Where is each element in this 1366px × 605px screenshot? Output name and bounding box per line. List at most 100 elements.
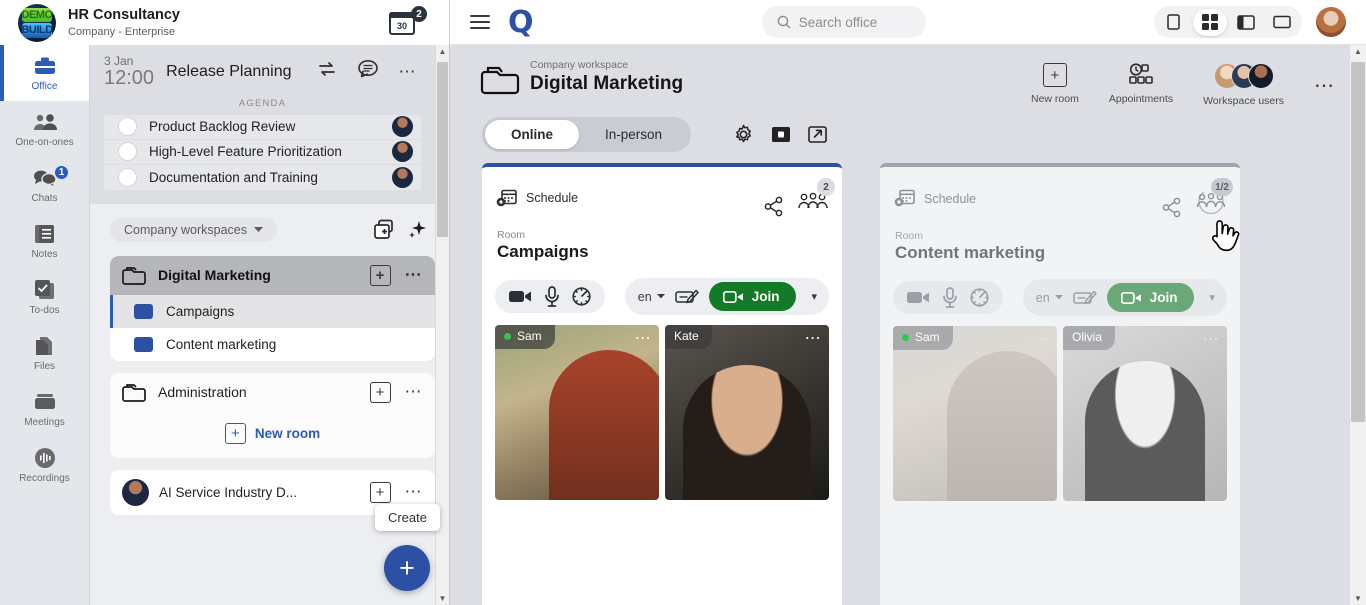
add-room-button[interactable]: +	[369, 381, 391, 403]
appointments-action[interactable]: Appointments	[1109, 63, 1173, 105]
schedule-button[interactable]: Schedule	[496, 179, 578, 217]
tab-in-person[interactable]: In-person	[579, 120, 688, 149]
scroll-thumb[interactable]	[1351, 62, 1365, 422]
agenda-item-label: Documentation and Training	[149, 169, 318, 185]
language-select[interactable]: en	[1036, 291, 1063, 305]
microphone-icon[interactable]	[544, 286, 560, 307]
brand-logo[interactable]: Q	[508, 7, 534, 37]
scroll-thumb[interactable]	[437, 62, 448, 237]
new-room-button[interactable]: + New room	[110, 411, 435, 458]
microphone-icon[interactable]	[942, 287, 958, 308]
settings-gear-icon[interactable]	[733, 124, 754, 145]
agenda-checkbox[interactable]	[118, 117, 137, 137]
sidebar-item-content-marketing[interactable]: Content marketing	[110, 327, 435, 361]
join-button[interactable]: Join	[708, 282, 797, 311]
hamburger-icon[interactable]	[470, 11, 490, 33]
join-options-chevron-down-icon[interactable]: ▾	[806, 290, 822, 303]
schedule-button[interactable]: Schedule	[894, 179, 976, 218]
workspace-users-action[interactable]: Workspace users	[1203, 63, 1284, 107]
participant-name: Sam	[915, 330, 940, 344]
picture-in-picture-icon[interactable]	[771, 126, 791, 143]
comment-icon[interactable]	[353, 59, 383, 84]
device-settings-icon[interactable]	[571, 286, 592, 307]
room-people-button[interactable]: 1/2	[1196, 178, 1233, 218]
search-input[interactable]: Search office	[761, 6, 926, 38]
schedule-label: Schedule	[526, 191, 579, 205]
sidebar-item-office[interactable]: Office	[0, 45, 89, 101]
join-button[interactable]: Join	[1106, 283, 1195, 312]
add-room-button[interactable]: +	[369, 264, 391, 286]
list-item[interactable]: Documentation and Training	[104, 165, 421, 190]
participant-tile[interactable]: Sam ⋯	[495, 325, 659, 500]
camera-icon[interactable]	[508, 288, 533, 305]
camera-icon[interactable]	[906, 289, 931, 306]
folder-icon	[122, 384, 146, 402]
open-external-icon[interactable]	[808, 126, 827, 143]
list-item[interactable]: High-Level Feature Prioritization	[104, 140, 421, 165]
participant-thumbnails: Sam ⋯ Kate ⋯	[482, 325, 842, 500]
agenda-checkbox[interactable]	[118, 167, 137, 187]
swap-icon[interactable]	[313, 60, 341, 83]
participant-more-icon[interactable]: ⋯	[805, 328, 822, 348]
language-select[interactable]: en	[638, 290, 665, 304]
sidebar-item-one-on-ones[interactable]: One-on-ones	[0, 101, 89, 157]
left-panel-body: Office One-on-ones Chats 1 Notes To-dos …	[0, 45, 449, 605]
sidebar-item-todos[interactable]: To-dos	[0, 269, 89, 325]
group-header[interactable]: Digital Marketing + ⋯	[110, 255, 435, 295]
list-item[interactable]: Product Backlog Review	[104, 115, 421, 140]
participant-name-tag: Kate	[665, 325, 712, 349]
user-avatar[interactable]	[1315, 7, 1346, 37]
sidebar-item-meetings[interactable]: Meetings	[0, 381, 89, 437]
whiteboard-icon[interactable]	[674, 288, 699, 306]
sidebar-item-chats[interactable]: Chats 1	[0, 157, 89, 213]
sidebar-item-files[interactable]: Files	[0, 325, 89, 381]
join-options-chevron-down-icon[interactable]: ▾	[1204, 291, 1220, 304]
add-workspace-icon[interactable]	[373, 219, 397, 241]
more-dots-icon[interactable]: ⋯	[1314, 63, 1336, 98]
action-label: Workspace users	[1203, 95, 1284, 107]
group-header[interactable]: Administration + ⋯	[110, 372, 435, 412]
sidebar-item-notes[interactable]: Notes	[0, 213, 89, 269]
workspace-filter-select[interactable]: Company workspaces	[110, 217, 277, 242]
agenda-checkbox[interactable]	[118, 142, 137, 162]
wide-layout-button[interactable]	[1265, 9, 1299, 36]
sidebar-item-recordings[interactable]: Recordings	[0, 437, 89, 493]
sidebar-item-campaigns[interactable]: Campaigns	[110, 294, 435, 328]
tab-online[interactable]: Online	[485, 120, 580, 149]
participant-tile[interactable]: Sam ⋯	[893, 326, 1057, 501]
participant-more-icon[interactable]: ⋯	[1203, 329, 1220, 349]
workspace-group-administration: Administration + ⋯ + New room	[110, 372, 435, 458]
participant-tile[interactable]: Olivia ⋯	[1063, 326, 1227, 501]
workspace-area: Company workspace Digital Marketing + Ne…	[450, 45, 1366, 605]
meeting-more-icon[interactable]: ⋯	[395, 62, 422, 82]
sparkle-icon[interactable]	[407, 219, 429, 241]
share-icon[interactable]	[763, 196, 784, 217]
avatar	[392, 116, 413, 138]
main-scrollbar[interactable]: ▲ ▼	[1349, 45, 1366, 605]
single-column-layout-button[interactable]	[1157, 9, 1191, 36]
ai-more-icon[interactable]: ⋯	[401, 482, 424, 502]
participant-more-icon[interactable]: ⋯	[635, 328, 652, 348]
add-room-button[interactable]: +	[369, 481, 391, 503]
scroll-track[interactable]	[1350, 58, 1366, 592]
room-card-content-marketing: Schedule 1/2 Room Content marketing en J…	[880, 163, 1240, 605]
participant-more-icon[interactable]: ⋯	[1033, 329, 1050, 349]
share-icon[interactable]	[1161, 197, 1182, 218]
group-more-icon[interactable]: ⋯	[401, 382, 424, 402]
scroll-up-arrow[interactable]: ▲	[439, 45, 447, 58]
whiteboard-icon[interactable]	[1072, 289, 1097, 307]
scroll-up-arrow[interactable]: ▲	[1354, 45, 1362, 58]
mode-tabs: Online In-person	[482, 117, 692, 152]
group-more-icon[interactable]: ⋯	[401, 265, 424, 285]
create-fab-button[interactable]: +	[384, 545, 430, 591]
scroll-down-arrow[interactable]: ▼	[1354, 592, 1362, 605]
participant-name-tag: Sam	[893, 326, 953, 350]
grid-layout-button[interactable]	[1192, 8, 1227, 36]
participant-tile[interactable]: Kate ⋯	[665, 325, 829, 500]
new-room-action[interactable]: + New room	[1031, 63, 1079, 105]
device-settings-icon[interactable]	[969, 287, 990, 308]
room-people-button[interactable]: 2	[798, 178, 835, 217]
calendar-button[interactable]: 30 2	[387, 6, 427, 40]
sidebar-layout-button[interactable]	[1229, 9, 1263, 36]
scroll-down-arrow[interactable]: ▼	[439, 592, 447, 605]
